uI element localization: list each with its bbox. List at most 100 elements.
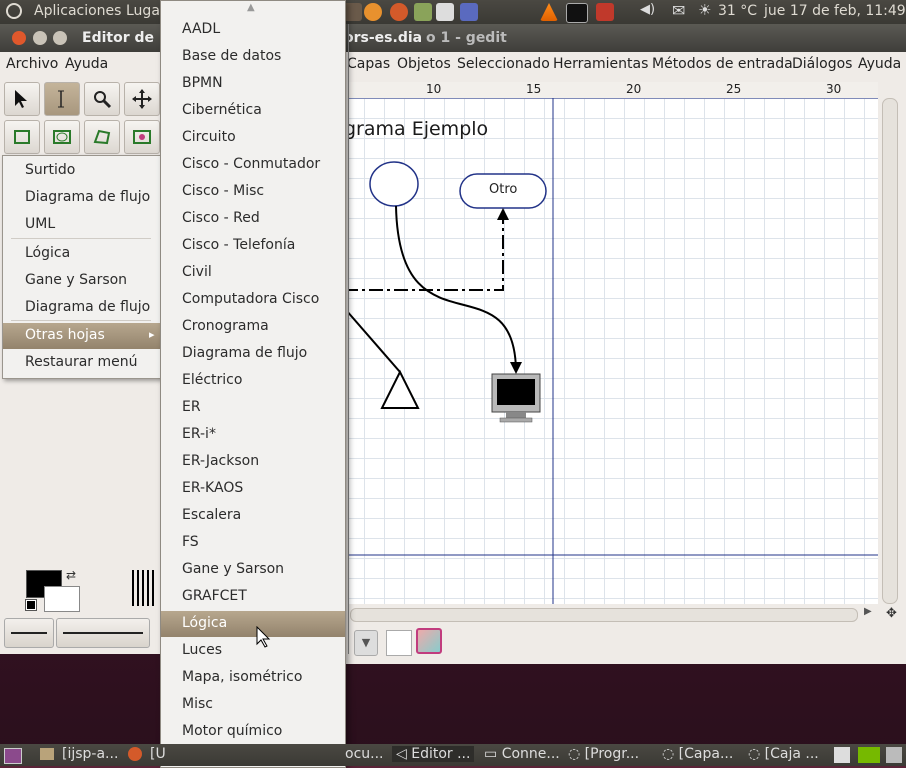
submenu-item-gane-y-sarson[interactable]: Gane y Sarson: [161, 557, 345, 583]
gimp-icon[interactable]: [414, 3, 432, 21]
task-conne[interactable]: ▭ Conne...: [484, 746, 560, 762]
submenu-item-electrico[interactable]: Eléctrico: [161, 368, 345, 394]
submenu-item-base-de-datos[interactable]: Base de datos: [161, 44, 345, 70]
submenu-item-cronograma[interactable]: Cronograma: [161, 314, 345, 340]
submenu-item-misc[interactable]: Misc: [161, 692, 345, 718]
diagram-canvas[interactable]: grama Ejemplo Otro: [344, 98, 878, 604]
zoom-dropdown-icon[interactable]: ▼: [354, 630, 378, 656]
task-caja[interactable]: ◌ [Caja ...: [748, 746, 819, 762]
submenu-item-circuito[interactable]: Circuito: [161, 125, 345, 151]
nvidia-icon[interactable]: [858, 747, 880, 763]
menu-seleccionado[interactable]: Seleccionado: [457, 56, 550, 72]
edit-task-icon[interactable]: [834, 747, 850, 763]
submenu-item-grafcet[interactable]: GRAFCET: [161, 584, 345, 610]
navigate-icon[interactable]: ✥: [886, 606, 897, 621]
line-width-preview[interactable]: [132, 570, 154, 606]
swap-colors-icon[interactable]: ⇄: [66, 568, 76, 582]
submenu-item-cibernetica[interactable]: Cibernética: [161, 98, 345, 124]
menu-objetos[interactable]: Objetos: [397, 56, 451, 72]
submenu-item-cisco-red[interactable]: Cisco - Red: [161, 206, 345, 232]
ubuntu-logo-icon[interactable]: [6, 3, 22, 19]
menu-archivo[interactable]: Archivo: [6, 56, 58, 72]
temperature-indicator[interactable]: 31 °C: [718, 3, 757, 19]
submenu-item-motor-quimico[interactable]: Motor químico: [161, 719, 345, 745]
ruler-tick-15: 15: [526, 82, 542, 96]
launcher-icon[interactable]: [344, 3, 362, 21]
minimize-icon[interactable]: [33, 31, 47, 45]
pointer-tool-button[interactable]: [4, 82, 40, 116]
submenu-item-er-kaos[interactable]: ER-KAOS: [161, 476, 345, 502]
submenu-item-label: Civil: [182, 264, 212, 280]
box-tool-button[interactable]: [4, 120, 40, 154]
sheet-item-logica[interactable]: Lógica: [25, 245, 70, 261]
task-progr[interactable]: ◌ [Progr...: [568, 746, 639, 762]
maximize-icon[interactable]: [53, 31, 67, 45]
snap-grid-icon[interactable]: [386, 630, 412, 656]
line-style-button[interactable]: [56, 618, 150, 648]
polygon-tool-button[interactable]: [84, 120, 120, 154]
sheet-item-diagrama-flujo[interactable]: Diagrama de flujo: [25, 189, 150, 205]
sheet-item-gane-sarson[interactable]: Gane y Sarson: [25, 272, 127, 288]
menu-ayuda-toolbox[interactable]: Ayuda: [65, 56, 108, 72]
firefox-icon[interactable]: [390, 3, 408, 21]
submenu-item-computadora-cisco[interactable]: Computadora Cisco: [161, 287, 345, 313]
menu-dialogos[interactable]: Diálogos: [792, 56, 852, 72]
submenu-item-mapa-isometrico[interactable]: Mapa, isométrico: [161, 665, 345, 691]
submenu-item-cisco-misc[interactable]: Cisco - Misc: [161, 179, 345, 205]
reset-colors-icon[interactable]: [25, 599, 37, 611]
mail-icon[interactable]: ✉: [672, 1, 690, 20]
submenu-item-bpmn[interactable]: BPMN: [161, 71, 345, 97]
submenu-item-er-jackson[interactable]: ER-Jackson: [161, 449, 345, 475]
volume-icon[interactable]: ◀): [640, 2, 658, 20]
task-u[interactable]: [U: [150, 746, 166, 762]
task-capa[interactable]: ◌ [Capa...: [662, 746, 733, 762]
applications-menu[interactable]: Aplicaciones: [34, 3, 121, 19]
vlc-icon[interactable]: [540, 3, 558, 21]
scroll-tool-button[interactable]: [124, 82, 160, 116]
monitor-icon[interactable]: [436, 3, 454, 21]
line-start-button[interactable]: [4, 618, 54, 648]
sheet-item-restaurar[interactable]: Restaurar menú: [25, 354, 138, 370]
scroll-right-icon[interactable]: ▶: [864, 606, 872, 617]
task-ijsp[interactable]: [ijsp-a...: [62, 746, 118, 762]
diagram-title-text: grama Ejemplo: [344, 118, 489, 140]
text-tool-button[interactable]: [44, 82, 80, 116]
close-icon[interactable]: [12, 31, 26, 45]
trash-icon[interactable]: [886, 747, 902, 763]
sheet-item-otras-hojas[interactable]: Otras hojas ▸: [3, 323, 161, 349]
submenu-item-er-i[interactable]: ER-i*: [161, 422, 345, 448]
submenu-item-escalera[interactable]: Escalera: [161, 503, 345, 529]
browser-icon[interactable]: [364, 3, 382, 21]
vertical-scrollbar[interactable]: [882, 98, 898, 604]
clock[interactable]: jue 17 de feb, 11:49: [764, 3, 906, 19]
mouse-cursor-icon: [256, 626, 271, 648]
sheet-item-diagrama-flujo-2[interactable]: Diagrama de flujo: [25, 299, 150, 315]
menu-capas[interactable]: Capas: [347, 56, 390, 72]
submenu-item-aadl[interactable]: AADL: [161, 17, 345, 43]
zoom-tool-button[interactable]: [84, 82, 120, 116]
submenu-item-cisco-conmutador[interactable]: Cisco - Conmutador: [161, 152, 345, 178]
task-editor[interactable]: ◁ Editor ...: [392, 746, 475, 762]
image-tool-button[interactable]: [124, 120, 160, 154]
horizontal-scrollbar[interactable]: [350, 608, 858, 622]
task-documento[interactable]: ocu...: [345, 746, 384, 762]
terminal-icon[interactable]: [566, 3, 588, 23]
submenu-item-logica[interactable]: Lógica: [161, 611, 345, 637]
submenu-item-cisco-telefonia[interactable]: Cisco - Telefonía: [161, 233, 345, 259]
submenu-item-fs[interactable]: FS: [161, 530, 345, 556]
show-desktop-icon[interactable]: [4, 748, 22, 764]
menu-metodos-entrada[interactable]: Métodos de entrada: [652, 56, 793, 72]
submenu-item-civil[interactable]: Civil: [161, 260, 345, 286]
menu-herramientas[interactable]: Herramientas: [553, 56, 648, 72]
settings-icon[interactable]: [460, 3, 478, 21]
ellipse-tool-button[interactable]: [44, 120, 80, 154]
home-icon[interactable]: [596, 3, 614, 21]
submenu-item-diagrama-de-flujo[interactable]: Diagrama de flujo: [161, 341, 345, 367]
mainpoint-icon[interactable]: [416, 628, 442, 654]
background-color-swatch[interactable]: [44, 586, 80, 612]
sheet-item-surtido[interactable]: Surtido: [25, 162, 75, 178]
submenu-item-er[interactable]: ER: [161, 395, 345, 421]
sheet-item-uml[interactable]: UML: [25, 216, 55, 232]
submenu-item-luces[interactable]: Luces: [161, 638, 345, 664]
menu-ayuda-diagram[interactable]: Ayuda: [858, 56, 901, 72]
